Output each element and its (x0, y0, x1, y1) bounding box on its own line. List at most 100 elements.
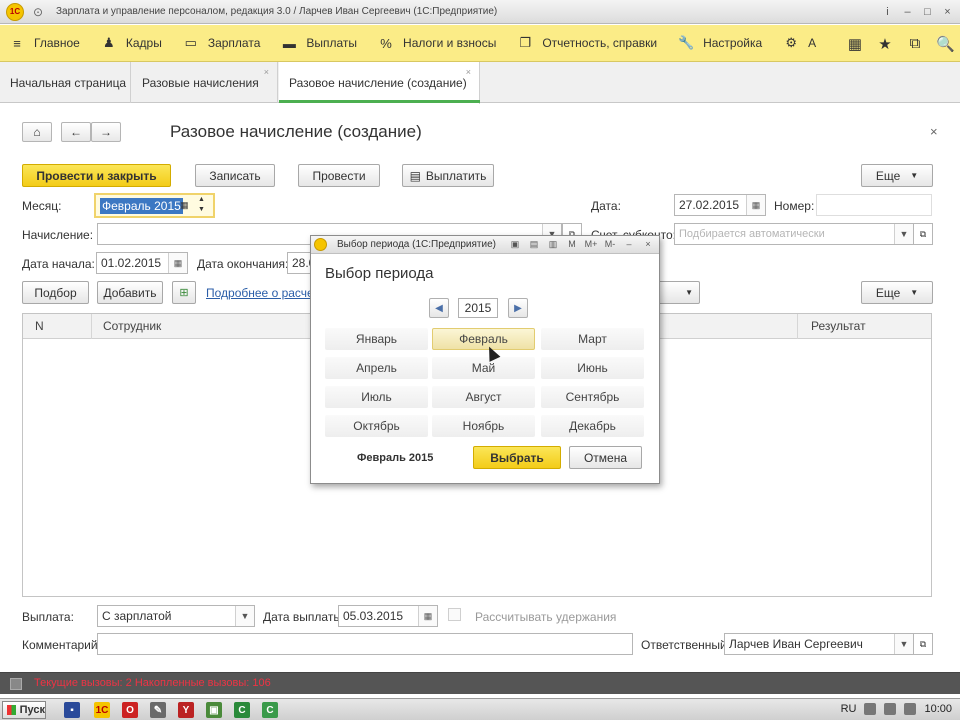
language-indicator[interactable]: RU (841, 703, 857, 715)
link-icon[interactable]: ▣ (508, 237, 522, 251)
month-july[interactable]: Июль (325, 386, 428, 408)
calls-icon (10, 678, 22, 690)
open-icon[interactable]: ⧉ (913, 223, 933, 245)
menu-item-salary[interactable]: ▭ Зарплата (174, 25, 273, 62)
month-august[interactable]: Август (432, 386, 535, 408)
start-date-field[interactable]: 01.02.2015 ▦ (96, 252, 188, 274)
add-button[interactable]: Добавить (97, 281, 163, 304)
dropdown-arrow-icon[interactable]: ▼ (894, 224, 913, 244)
more-button[interactable]: Еще ▼ (861, 164, 933, 187)
volume-icon[interactable] (884, 703, 897, 715)
month-january[interactable]: Январь (325, 328, 428, 350)
menu-item-main[interactable]: ≡ Главное (0, 25, 92, 62)
menu-icon[interactable]: ⊙ (30, 4, 46, 20)
star-icon[interactable]: ★ (876, 35, 894, 53)
tab-one-time-accruals[interactable]: Разовые начисления × (132, 62, 278, 103)
details-link[interactable]: Подробнее о расчете (206, 286, 325, 300)
network-icon[interactable] (864, 703, 877, 715)
memory-icon[interactable]: M (565, 237, 579, 251)
number-field[interactable] (816, 194, 932, 216)
close-icon[interactable]: × (466, 67, 471, 77)
camtasia-recorder-icon[interactable]: C (262, 702, 278, 718)
calculator-icon[interactable]: ▥ (546, 237, 560, 251)
year-field[interactable]: 2015 (458, 298, 498, 318)
payment-field[interactable]: С зарплатой ▼ (97, 605, 255, 627)
tab-home[interactable]: Начальная страница (0, 62, 131, 103)
date-field[interactable]: 27.02.2015 ▦ (674, 194, 766, 216)
month-february[interactable]: Февраль (432, 328, 535, 350)
menu-item-settings[interactable]: 🔧 Настройка (669, 25, 774, 62)
month-may[interactable]: Май (432, 357, 535, 379)
calendar-icon[interactable]: ▦ (418, 606, 437, 626)
month-november[interactable]: Ноябрь (432, 415, 535, 437)
month-june[interactable]: Июнь (541, 357, 644, 379)
save-disk-icon[interactable]: ▪ (64, 702, 80, 718)
table-more-button[interactable]: Еще ▼ (861, 281, 933, 304)
calendar-icon[interactable]: ▦ (746, 195, 765, 215)
post-and-close-button[interactable]: Провести и закрыть (22, 164, 171, 187)
account-placeholder: Подбирается автоматически (679, 228, 825, 240)
home-button[interactable]: ⌂ (22, 122, 52, 142)
people-icon: ♟ (103, 35, 115, 50)
grid-icon[interactable]: ▦ (846, 35, 864, 53)
withhold-checkbox[interactable] (448, 608, 461, 621)
payment-date-field[interactable]: 05.03.2015 ▦ (338, 605, 438, 627)
month-field[interactable]: Февраль 2015 ▦ ▲ ▼ (94, 193, 215, 218)
minimize-icon[interactable]: – (622, 237, 636, 251)
app-icon[interactable]: ▣ (206, 702, 222, 718)
menu-item-payments[interactable]: ▬ Выплаты (272, 25, 369, 62)
menu-item-taxes[interactable]: % Налоги и взносы (369, 25, 508, 62)
memory-plus-icon[interactable]: M+ (584, 237, 598, 251)
spinner-icon[interactable]: ▲ ▼ (198, 195, 205, 215)
print-icon[interactable]: ▤ (527, 237, 541, 251)
opera-icon[interactable]: O (122, 702, 138, 718)
search-icon[interactable]: 🔍 (936, 35, 955, 53)
1c-icon[interactable]: 1С (94, 702, 110, 718)
month-april[interactable]: Апрель (325, 357, 428, 379)
month-december[interactable]: Декабрь (541, 415, 644, 437)
open-icon[interactable]: ⧉ (913, 633, 933, 655)
dropdown-arrow-icon[interactable]: ▼ (894, 634, 913, 654)
post-button[interactable]: Провести (298, 164, 380, 187)
next-year-button[interactable]: ▶ (508, 298, 528, 318)
add-row-button[interactable]: ⊞ (172, 281, 196, 304)
pick-button[interactable]: Подбор (22, 281, 89, 304)
month-september[interactable]: Сентябрь (541, 386, 644, 408)
prev-year-button[interactable]: ◀ (429, 298, 449, 318)
close-icon[interactable]: × (641, 237, 655, 251)
month-october[interactable]: Октябрь (325, 415, 428, 437)
info-icon[interactable]: i (879, 3, 896, 20)
camtasia-icon[interactable]: C (234, 702, 250, 718)
month-march[interactable]: Март (541, 328, 644, 350)
start-button[interactable]: Пуск (2, 701, 46, 719)
menu-item-admin[interactable]: ⚙ А (774, 25, 828, 62)
form-close-icon[interactable]: × (930, 124, 938, 139)
calendar-icon[interactable]: ▦ (180, 200, 189, 211)
maximize-icon[interactable]: □ (919, 3, 936, 20)
account-field[interactable]: Подбирается автоматически ▼ (674, 223, 914, 245)
comment-field[interactable] (97, 633, 633, 655)
memory-minus-icon[interactable]: M- (603, 237, 617, 251)
calendar-icon[interactable]: ▦ (168, 253, 187, 273)
column-header-result[interactable]: Результат (811, 319, 866, 333)
save-button[interactable]: Записать (195, 164, 275, 187)
close-icon[interactable]: × (939, 3, 956, 20)
pay-button[interactable]: ▤ Выплатить (402, 164, 494, 187)
responsible-field[interactable]: Ларчев Иван Сергеевич ▼ (724, 633, 914, 655)
menu-item-personnel[interactable]: ♟ Кадры (92, 25, 174, 62)
dropdown-arrow-icon[interactable]: ▼ (235, 606, 254, 626)
close-icon[interactable]: × (264, 67, 269, 77)
monitor-icon[interactable] (904, 703, 917, 715)
minimize-icon[interactable]: – (899, 3, 916, 20)
cancel-button[interactable]: Отмена (569, 446, 642, 469)
menu-item-reports[interactable]: ❐ Отчетность, справки (508, 25, 669, 62)
yandex-icon[interactable]: Y (178, 702, 194, 718)
history-icon[interactable]: ⧉ (906, 35, 924, 52)
pen-icon[interactable]: ✎ (150, 702, 166, 718)
tab-accrual-create[interactable]: Разовое начисление (создание) × (279, 62, 480, 104)
select-button[interactable]: Выбрать (473, 446, 561, 469)
column-header-n[interactable]: N (35, 319, 44, 333)
back-button[interactable]: ← (61, 122, 91, 142)
forward-button[interactable]: → (91, 122, 121, 142)
column-header-employee[interactable]: Сотрудник (103, 319, 161, 333)
